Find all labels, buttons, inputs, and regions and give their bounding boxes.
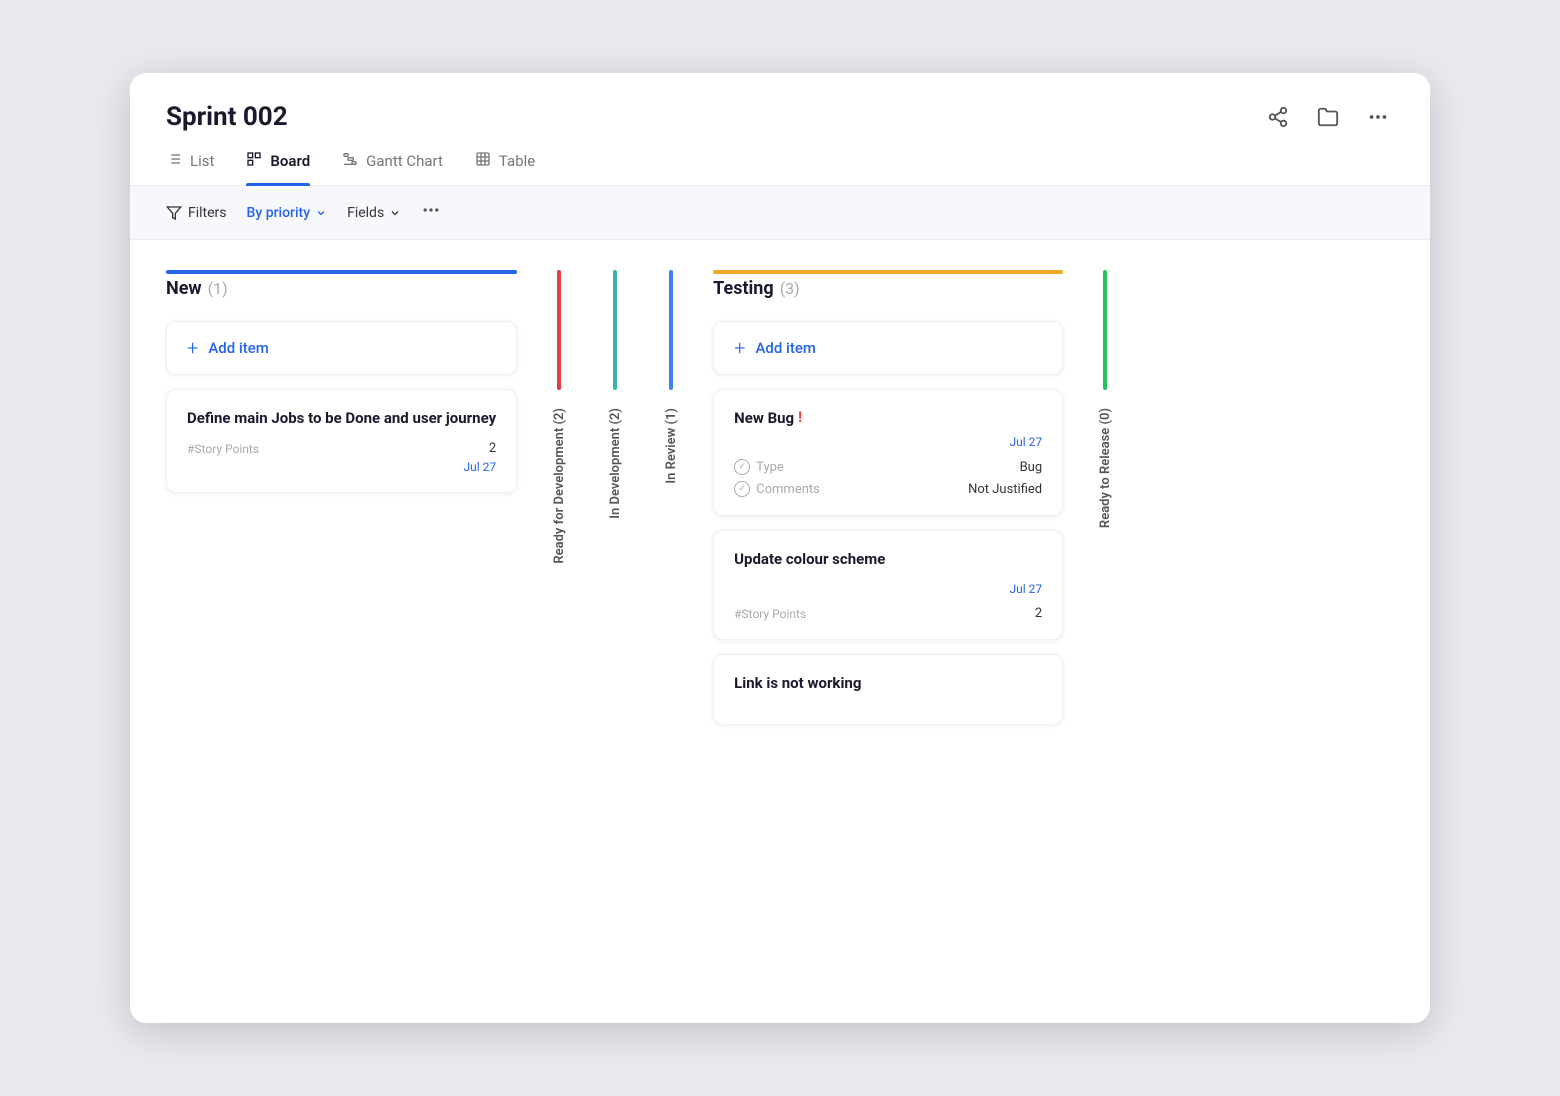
card-new-bug-title: New Bug [734, 408, 794, 429]
card-colour-scheme-title: Update colour scheme [734, 549, 1042, 570]
column-ready-release-label: Ready to Release (0) [1098, 408, 1113, 528]
toolbar: Filters By priority Fields [130, 186, 1430, 240]
column-testing-title: Testing [713, 278, 774, 299]
card-new-bug-date: Jul 27 [1010, 435, 1043, 449]
add-item-testing[interactable]: + Add item [713, 321, 1063, 375]
app-window: Sprint 002 [130, 73, 1430, 1023]
type-value: Bug [1020, 460, 1043, 475]
card-field-type: ✓ Type Bug [734, 459, 1042, 475]
plus-icon-testing: + [734, 338, 745, 358]
card-define-jobs-meta: #Story Points 2 [187, 441, 496, 456]
card-colour-scheme[interactable]: Update colour scheme Jul 27 #Story Point… [713, 530, 1063, 640]
card-colour-scheme-tag: #Story Points [734, 607, 806, 621]
plus-icon: + [187, 338, 198, 358]
column-new: New (1) + Add item Define main Jobs to b… [166, 270, 517, 960]
type-check-icon: ✓ [734, 459, 750, 475]
card-define-jobs-tag: #Story Points [187, 442, 259, 456]
board-area: New (1) + Add item Define main Jobs to b… [130, 240, 1430, 990]
filters-button[interactable]: Filters [166, 205, 227, 221]
card-define-jobs-points: 2 [489, 441, 496, 456]
card-define-jobs[interactable]: Define main Jobs to be Done and user jou… [166, 389, 517, 493]
fields-label: Fields [347, 205, 384, 221]
card-link-not-working[interactable]: Link is not working [713, 654, 1063, 725]
tab-gantt[interactable]: Gantt Chart [342, 151, 443, 185]
fields-button[interactable]: Fields [347, 205, 401, 221]
exclamation-icon: ! [798, 408, 802, 426]
card-new-bug-title-row: New Bug ! [734, 408, 1042, 429]
header: Sprint 002 [130, 73, 1430, 133]
card-new-bug-fields: ✓ Type Bug ✓ Comments Not Justified [734, 459, 1042, 497]
filters-label: Filters [188, 205, 227, 221]
card-field-comments: ✓ Comments Not Justified [734, 481, 1042, 497]
tab-table-label: Table [499, 152, 535, 170]
card-colour-scheme-meta: #Story Points 2 [734, 606, 1042, 621]
column-in-review-bar [669, 270, 673, 390]
tab-gantt-label: Gantt Chart [366, 152, 443, 170]
column-in-dev-bar [613, 270, 617, 390]
tab-list-label: List [190, 152, 214, 170]
add-item-new[interactable]: + Add item [166, 321, 517, 375]
header-actions [1262, 101, 1394, 133]
column-ready-dev-bar [557, 270, 561, 390]
column-ready-release: Ready to Release (0) [1079, 270, 1131, 960]
column-ready-release-bar [1103, 270, 1107, 390]
table-icon [475, 151, 491, 171]
board-icon [246, 151, 262, 171]
more-options-icon[interactable] [1362, 101, 1394, 133]
column-new-header: New (1) [166, 270, 517, 307]
card-define-jobs-title: Define main Jobs to be Done and user jou… [187, 408, 496, 429]
page-title: Sprint 002 [166, 102, 288, 132]
comments-label: Comments [756, 482, 820, 497]
card-colour-scheme-points: 2 [1035, 606, 1042, 621]
column-new-title: New [166, 278, 202, 299]
column-in-dev: In Development (2) [589, 270, 641, 960]
tab-table[interactable]: Table [475, 151, 535, 185]
comments-value: Not Justified [968, 482, 1042, 497]
column-testing: Testing (3) + Add item New Bug ! Jul 27 [713, 270, 1063, 960]
share-icon[interactable] [1262, 101, 1294, 133]
column-testing-header: Testing (3) [713, 270, 1063, 307]
column-testing-bar [713, 270, 1063, 274]
toolbar-more-icon[interactable] [421, 200, 1394, 225]
card-new-bug[interactable]: New Bug ! Jul 27 ✓ Type Bug [713, 389, 1063, 516]
type-label: Type [756, 460, 784, 475]
priority-filter-button[interactable]: By priority [247, 205, 328, 221]
column-in-review-label: In Review (1) [664, 408, 679, 484]
column-ready-dev-label: Ready for Development (2) [552, 408, 567, 564]
comments-check-icon: ✓ [734, 481, 750, 497]
tab-board[interactable]: Board [246, 151, 310, 185]
add-item-new-label: Add item [208, 339, 269, 357]
tab-list[interactable]: List [166, 151, 214, 185]
list-icon [166, 151, 182, 171]
column-in-review: In Review (1) [645, 270, 697, 960]
column-new-bar [166, 270, 517, 274]
column-new-count: (1) [208, 279, 228, 298]
gantt-icon [342, 151, 358, 171]
add-item-testing-label: Add item [755, 339, 816, 357]
column-testing-count: (3) [780, 279, 800, 298]
tab-board-label: Board [270, 152, 310, 170]
column-ready-dev: Ready for Development (2) [533, 270, 585, 960]
card-link-not-working-title: Link is not working [734, 673, 1042, 694]
tabs-bar: List Board Gantt Chart Table [130, 133, 1430, 186]
priority-label: By priority [247, 205, 311, 221]
card-colour-scheme-date: Jul 27 [1010, 582, 1043, 596]
column-in-dev-label: In Development (2) [608, 408, 623, 519]
folder-icon[interactable] [1312, 101, 1344, 133]
card-define-jobs-date: Jul 27 [464, 460, 497, 474]
